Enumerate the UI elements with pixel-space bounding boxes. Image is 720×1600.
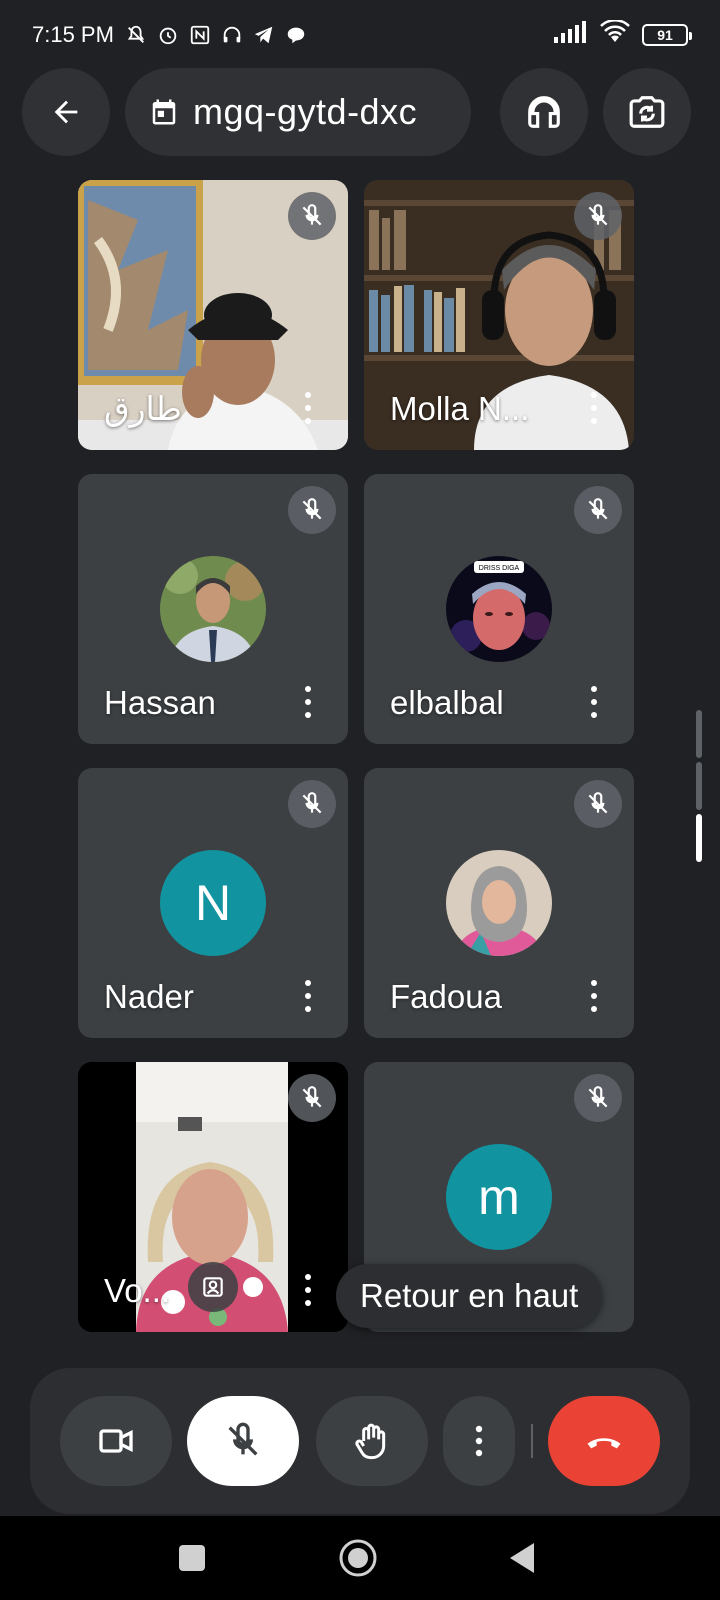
participant-name: elbalbal	[390, 684, 504, 721]
home-button[interactable]	[338, 1538, 378, 1578]
square-icon	[179, 1545, 205, 1571]
participant-tile[interactable]: DRISS DIGA elbalbal	[364, 474, 634, 744]
more-options-icon[interactable]	[584, 682, 604, 722]
more-options-button[interactable]	[443, 1396, 515, 1486]
triangle-back-icon	[510, 1543, 534, 1573]
audio-output-button[interactable]	[500, 68, 588, 156]
alarm-icon	[156, 23, 180, 47]
participant-tile[interactable]: Vo...	[78, 1062, 348, 1332]
signal-icon	[554, 21, 588, 49]
participant-avatar	[160, 556, 266, 662]
muted-mic-icon	[574, 486, 622, 534]
chat-icon	[284, 23, 308, 47]
wifi-icon	[600, 19, 630, 50]
participant-tile[interactable]: N Nader	[78, 768, 348, 1038]
system-nav-bar	[0, 1516, 720, 1600]
muted-mic-icon	[574, 780, 622, 828]
participant-letter-avatar: N	[160, 850, 266, 956]
more-options-icon[interactable]	[298, 682, 318, 722]
back-button[interactable]	[22, 68, 110, 156]
meeting-code: mgq-gytd-dxc	[193, 91, 418, 132]
mic-off-icon	[228, 1422, 258, 1456]
telegram-icon	[252, 23, 276, 47]
status-bar: 7:15 PM 91	[0, 0, 720, 70]
avatar-text: DRISS DIGA	[479, 565, 520, 572]
participant-tile[interactable]: Fadoua	[364, 768, 634, 1038]
video-camera-icon	[99, 1429, 133, 1453]
participant-tile[interactable]: Molla N...	[364, 180, 634, 450]
silent-icon	[124, 23, 148, 47]
camera-toggle-button[interactable]	[60, 1396, 172, 1486]
battery-icon: 91	[642, 24, 692, 46]
headset-icon	[220, 23, 244, 47]
muted-mic-icon	[574, 1074, 622, 1122]
back-to-top-button[interactable]: Retour en haut	[336, 1264, 603, 1328]
participant-tile[interactable]: Hassan	[78, 474, 348, 744]
camera-flip-icon	[629, 96, 665, 128]
more-options-icon[interactable]	[298, 1270, 318, 1310]
more-options-icon[interactable]	[584, 388, 604, 428]
recents-button[interactable]	[172, 1538, 212, 1578]
arrow-back-icon	[54, 100, 78, 124]
participant-name: Fadoua	[390, 978, 502, 1015]
effects-button[interactable]	[188, 1262, 238, 1312]
participant-name: Molla N...	[390, 390, 530, 427]
call-controls	[30, 1368, 690, 1514]
participant-avatar	[446, 850, 552, 956]
portrait-effects-icon	[203, 1277, 223, 1297]
top-bar: mgq-gytd-dxc	[0, 68, 720, 156]
more-vert-icon	[475, 1425, 483, 1457]
muted-mic-icon	[288, 486, 336, 534]
participant-name: Hassan	[104, 684, 216, 721]
hand-icon	[355, 1423, 386, 1460]
participant-avatar: DRISS DIGA	[446, 556, 552, 662]
back-nav-button[interactable]	[502, 1538, 542, 1578]
headphones-icon	[528, 96, 560, 128]
mic-toggle-button[interactable]	[187, 1396, 299, 1486]
participant-name: Nader	[104, 978, 194, 1015]
scroll-track-segment	[696, 762, 702, 810]
calendar-icon	[152, 99, 176, 125]
participant-name: Vo...	[104, 1272, 171, 1309]
end-call-button[interactable]	[548, 1396, 660, 1486]
muted-mic-icon	[574, 192, 622, 240]
status-time: 7:15 PM	[32, 22, 114, 47]
muted-mic-icon	[288, 780, 336, 828]
participant-letter-avatar: m	[446, 1144, 552, 1250]
nfc-icon	[188, 23, 212, 47]
more-options-icon[interactable]	[298, 388, 318, 428]
more-options-icon[interactable]	[584, 976, 604, 1016]
muted-mic-icon	[288, 192, 336, 240]
raise-hand-button[interactable]	[316, 1396, 428, 1486]
more-options-icon[interactable]	[298, 976, 318, 1016]
divider	[531, 1424, 533, 1458]
participant-name: طارق	[104, 390, 182, 427]
scroll-thumb[interactable]	[696, 814, 702, 862]
muted-mic-icon	[288, 1074, 336, 1122]
scroll-track-segment	[696, 710, 702, 758]
switch-camera-button[interactable]	[603, 68, 691, 156]
meeting-info-pill[interactable]: mgq-gytd-dxc	[125, 68, 471, 156]
hang-up-icon	[587, 1438, 621, 1449]
circle-icon	[339, 1539, 377, 1577]
participant-tile[interactable]: طارق	[78, 180, 348, 450]
